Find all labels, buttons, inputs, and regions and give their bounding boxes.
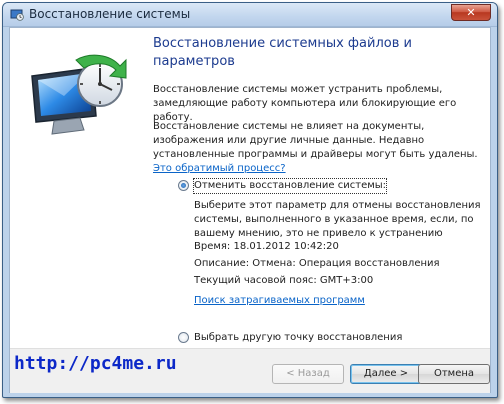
undo-restore-radio[interactable] — [178, 180, 189, 191]
note-text-body: Восстановление системы не влияет на доку… — [153, 121, 478, 160]
undo-restore-option[interactable]: Отменить восстановление системы: — [178, 178, 388, 195]
close-button[interactable]: ✕ — [451, 4, 491, 21]
intro-text: Восстановление системы может устранить п… — [153, 84, 457, 123]
other-point-label[interactable]: Выбрать другую точку восстановления — [194, 331, 402, 345]
site-watermark: http://pc4me.ru — [14, 353, 177, 374]
affected-programs-link[interactable]: Поиск затрагиваемых программ — [194, 295, 365, 306]
note-text: Восстановление системы не влияет на доку… — [153, 120, 483, 176]
restore-description: Описание: Отмена: Операция восстановлени… — [194, 258, 440, 269]
next-button[interactable]: Далее > — [350, 364, 422, 384]
system-restore-illustration-icon — [31, 54, 127, 135]
left-pane — [10, 28, 150, 348]
affected-programs-row: Поиск затрагиваемых программ — [194, 294, 484, 308]
system-restore-icon — [10, 9, 24, 21]
window-title: Восстановление системы — [29, 7, 191, 21]
back-button[interactable]: < Назад — [272, 364, 344, 384]
cancel-button[interactable]: Отмена — [418, 364, 490, 384]
system-restore-window: Восстановление системы ✕ Восстановление … — [2, 2, 498, 398]
close-icon: ✕ — [466, 6, 476, 19]
restore-time: Время: 18.01.2012 10:42:20 — [194, 241, 339, 252]
undo-restore-description: Выберите этот параметр для отмены восста… — [194, 200, 481, 239]
page-title: Восстановление системных файлов и параме… — [153, 36, 412, 69]
reversible-process-link[interactable]: Это обратимый процесс? — [153, 163, 286, 174]
restore-timezone: Текущий часовой пояс: GMT+3:00 — [194, 275, 374, 286]
undo-restore-label[interactable]: Отменить восстановление системы: — [192, 178, 388, 194]
title-bar[interactable]: Восстановление системы ✕ — [3, 3, 497, 27]
dialog-content: Восстановление системных файлов и параме… — [9, 27, 491, 393]
other-point-option[interactable]: Выбрать другую точку восстановления — [178, 331, 402, 347]
dialog-footer: http://pc4me.ru < Назад Далее > Отмена — [10, 348, 490, 393]
other-point-radio[interactable] — [178, 332, 189, 343]
